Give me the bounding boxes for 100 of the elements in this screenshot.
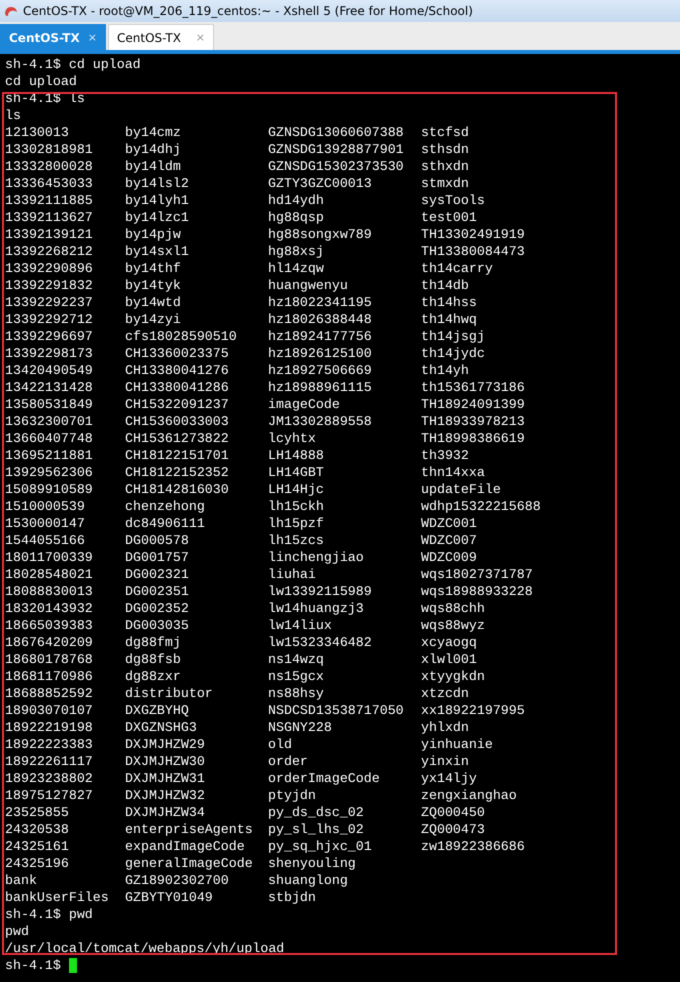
file-name: 13392292712 (5, 311, 94, 328)
file-name: stmxdn (421, 175, 470, 192)
file-name: TH13302491919 (421, 226, 526, 243)
file-name: by14ldm (125, 158, 182, 175)
file-name: WDZC007 (421, 532, 478, 549)
file-name: DXJMJHZW31 (125, 770, 206, 787)
file-name: cfs18028590510 (125, 328, 238, 345)
file-name: generalImageCode (125, 855, 254, 872)
close-tab-button[interactable]: × (88, 31, 97, 44)
file-name: sysTools (421, 192, 486, 209)
file-name: lw15323346482 (268, 634, 373, 651)
file-name: 1530000147 (5, 515, 86, 532)
file-name: 13392111885 (5, 192, 94, 209)
file-name: DXGZNSHG3 (125, 719, 198, 736)
file-name: 13392296697 (5, 328, 94, 345)
file-name: ns14wzq (268, 651, 325, 668)
file-name: old (268, 736, 293, 753)
file-name: GZ18902302700 (125, 872, 230, 889)
file-name: DXJMJHZW32 (125, 787, 206, 804)
file-name: NSGNY228 (268, 719, 333, 736)
file-name: hl14zqw (268, 260, 325, 277)
file-name: DG000578 (125, 532, 190, 549)
file-name: wdhp15322215688 (421, 498, 542, 515)
file-name: dg88zxr (125, 668, 182, 685)
file-name: bank (5, 872, 38, 889)
file-name: TH18924091399 (421, 396, 526, 413)
file-name: th14hss (421, 294, 478, 311)
file-name: huangwenyu (268, 277, 349, 294)
terminal-line: sh-4.1$ pwd (5, 906, 94, 923)
file-name: TH18998386619 (421, 430, 526, 447)
file-name: th14carry (421, 260, 494, 277)
file-name: by14tyk (125, 277, 182, 294)
file-name: py_sl_lhs_02 (268, 821, 365, 838)
file-name: hg88xsj (268, 243, 325, 260)
app-logo-icon (4, 4, 18, 18)
file-name: by14thf (125, 260, 182, 277)
close-tab-button[interactable]: × (196, 31, 205, 44)
file-name: lw14liux (268, 617, 333, 634)
file-name: 13929562306 (5, 464, 94, 481)
file-name: DG002352 (125, 600, 190, 617)
file-name: py_ds_dsc_02 (268, 804, 365, 821)
file-name: 13580531849 (5, 396, 94, 413)
file-name: hz18924177756 (268, 328, 373, 345)
file-name: TH18933978213 (421, 413, 526, 430)
file-name: WDZC009 (421, 549, 478, 566)
file-name: 13332800028 (5, 158, 94, 175)
file-name: lw13392115989 (268, 583, 373, 600)
file-name: 13392268212 (5, 243, 94, 260)
file-name: 15089910589 (5, 481, 94, 498)
file-name: by14lsl2 (125, 175, 190, 192)
file-name: GZBYTY01049 (125, 889, 214, 906)
file-name: hd14ydh (268, 192, 325, 209)
file-name: hg88qsp (268, 209, 325, 226)
file-name: 13695211881 (5, 447, 94, 464)
session-tab[interactable]: CentOS-TX × (108, 24, 214, 50)
terminal-line: pwd (5, 923, 30, 940)
file-name: by14dhj (125, 141, 182, 158)
file-name: lh15pzf (268, 515, 325, 532)
file-name: 24325161 (5, 838, 70, 855)
file-name: CH15322091237 (125, 396, 230, 413)
window-title: CentOS-TX - root@VM_206_119_centos:~ - Xshell 5 (Free for Home/School) (23, 4, 473, 18)
file-name: NSDCSD13538717050 (268, 702, 405, 719)
file-name: sthxdn (421, 158, 470, 175)
session-tab[interactable]: CentOS-TX × (0, 24, 106, 50)
file-name: th15361773186 (421, 379, 526, 396)
terminal-line: ls (5, 107, 22, 124)
file-name: 18688852592 (5, 685, 94, 702)
file-name: DXJMJHZW34 (125, 804, 206, 821)
file-name: wqs18027371787 (421, 566, 534, 583)
file-name: 23525855 (5, 804, 70, 821)
file-name: xx18922197995 (421, 702, 526, 719)
file-name: hz18026388448 (268, 311, 373, 328)
file-name: 18320143932 (5, 600, 94, 617)
file-name: TH13380084473 (421, 243, 526, 260)
file-name: 18923238802 (5, 770, 94, 787)
file-name: 18903070107 (5, 702, 94, 719)
file-name: dg88fmj (125, 634, 182, 651)
file-name: liuhai (268, 566, 317, 583)
file-name: by14lyh1 (125, 192, 190, 209)
file-name: DXGZBYHQ (125, 702, 190, 719)
file-name: lw14huangzj3 (268, 600, 365, 617)
file-name: th14jydc (421, 345, 486, 362)
file-name: orderImageCode (268, 770, 381, 787)
file-name: DG003035 (125, 617, 190, 634)
file-name: th14jsgj (421, 328, 486, 345)
file-name: lh15ckh (268, 498, 325, 515)
file-name: wqs88wyz (421, 617, 486, 634)
file-name: yx14ljy (421, 770, 478, 787)
file-name: CH18142816030 (125, 481, 230, 498)
file-name: CH18122151701 (125, 447, 230, 464)
file-name: ns15gcx (268, 668, 325, 685)
file-name: CH13380041286 (125, 379, 230, 396)
file-name: test001 (421, 209, 478, 226)
file-name: GZTY3GZC00013 (268, 175, 373, 192)
file-name: CH15361273822 (125, 430, 230, 447)
file-name: 18676420209 (5, 634, 94, 651)
file-name: JM13302889558 (268, 413, 373, 430)
file-name: 13392298173 (5, 345, 94, 362)
file-name: by14wtd (125, 294, 182, 311)
file-name: DXJMJHZW30 (125, 753, 206, 770)
